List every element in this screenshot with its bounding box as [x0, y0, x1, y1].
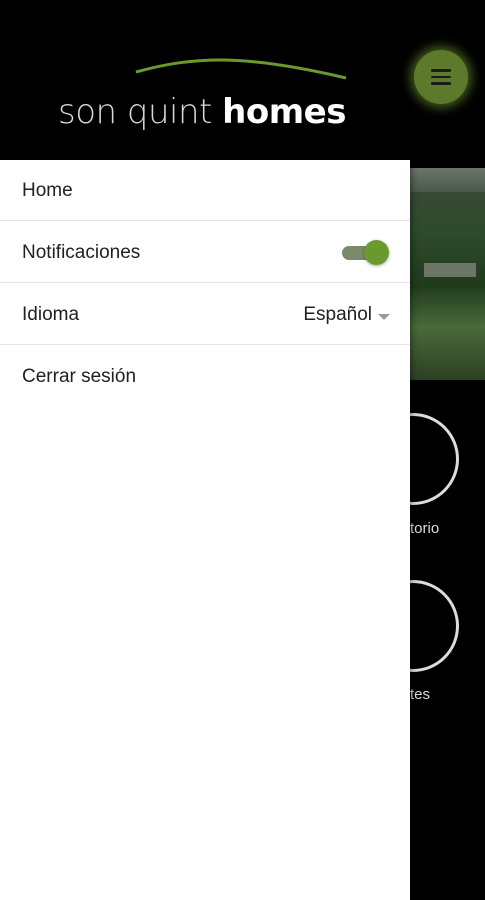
language-select[interactable]: Español — [303, 303, 372, 327]
drawer-item-label: Home — [22, 180, 73, 201]
hamburger-menu-button[interactable] — [414, 50, 468, 104]
background-label-directory: torio — [410, 520, 440, 537]
logo-swoosh — [135, 58, 347, 80]
app-header: son quint homes — [0, 0, 485, 160]
drawer-item-logout[interactable]: Cerrar sesión — [0, 346, 410, 407]
hamburger-line — [431, 82, 451, 85]
logo-text-bold: homes — [222, 92, 346, 132]
hamburger-line — [431, 69, 451, 72]
drawer-item-home[interactable]: Home — [0, 160, 410, 221]
toggle-thumb — [364, 240, 389, 265]
son-quint-homes-logo: son quint homes — [58, 52, 358, 142]
background-hero-photo — [410, 168, 485, 380]
logo-text: son quint homes — [58, 92, 346, 132]
drawer-item-notifications: Notificaciones — [0, 222, 410, 283]
drawer-item-language: Idioma Español — [0, 284, 410, 345]
logo-text-light: son quint — [58, 92, 212, 132]
background-label-settings: tes — [410, 686, 431, 703]
drawer-item-label: Notificaciones — [22, 242, 141, 263]
dropdown-caret-icon[interactable] — [378, 314, 390, 320]
notifications-toggle[interactable] — [340, 240, 390, 266]
photo-building — [424, 263, 476, 277]
navigation-drawer: Home Notificaciones Idioma Español Cerra… — [0, 160, 410, 900]
drawer-item-label: Idioma — [22, 304, 80, 325]
hamburger-line — [431, 75, 451, 79]
drawer-item-label: Cerrar sesión — [22, 366, 137, 387]
photo-sky — [410, 168, 485, 192]
